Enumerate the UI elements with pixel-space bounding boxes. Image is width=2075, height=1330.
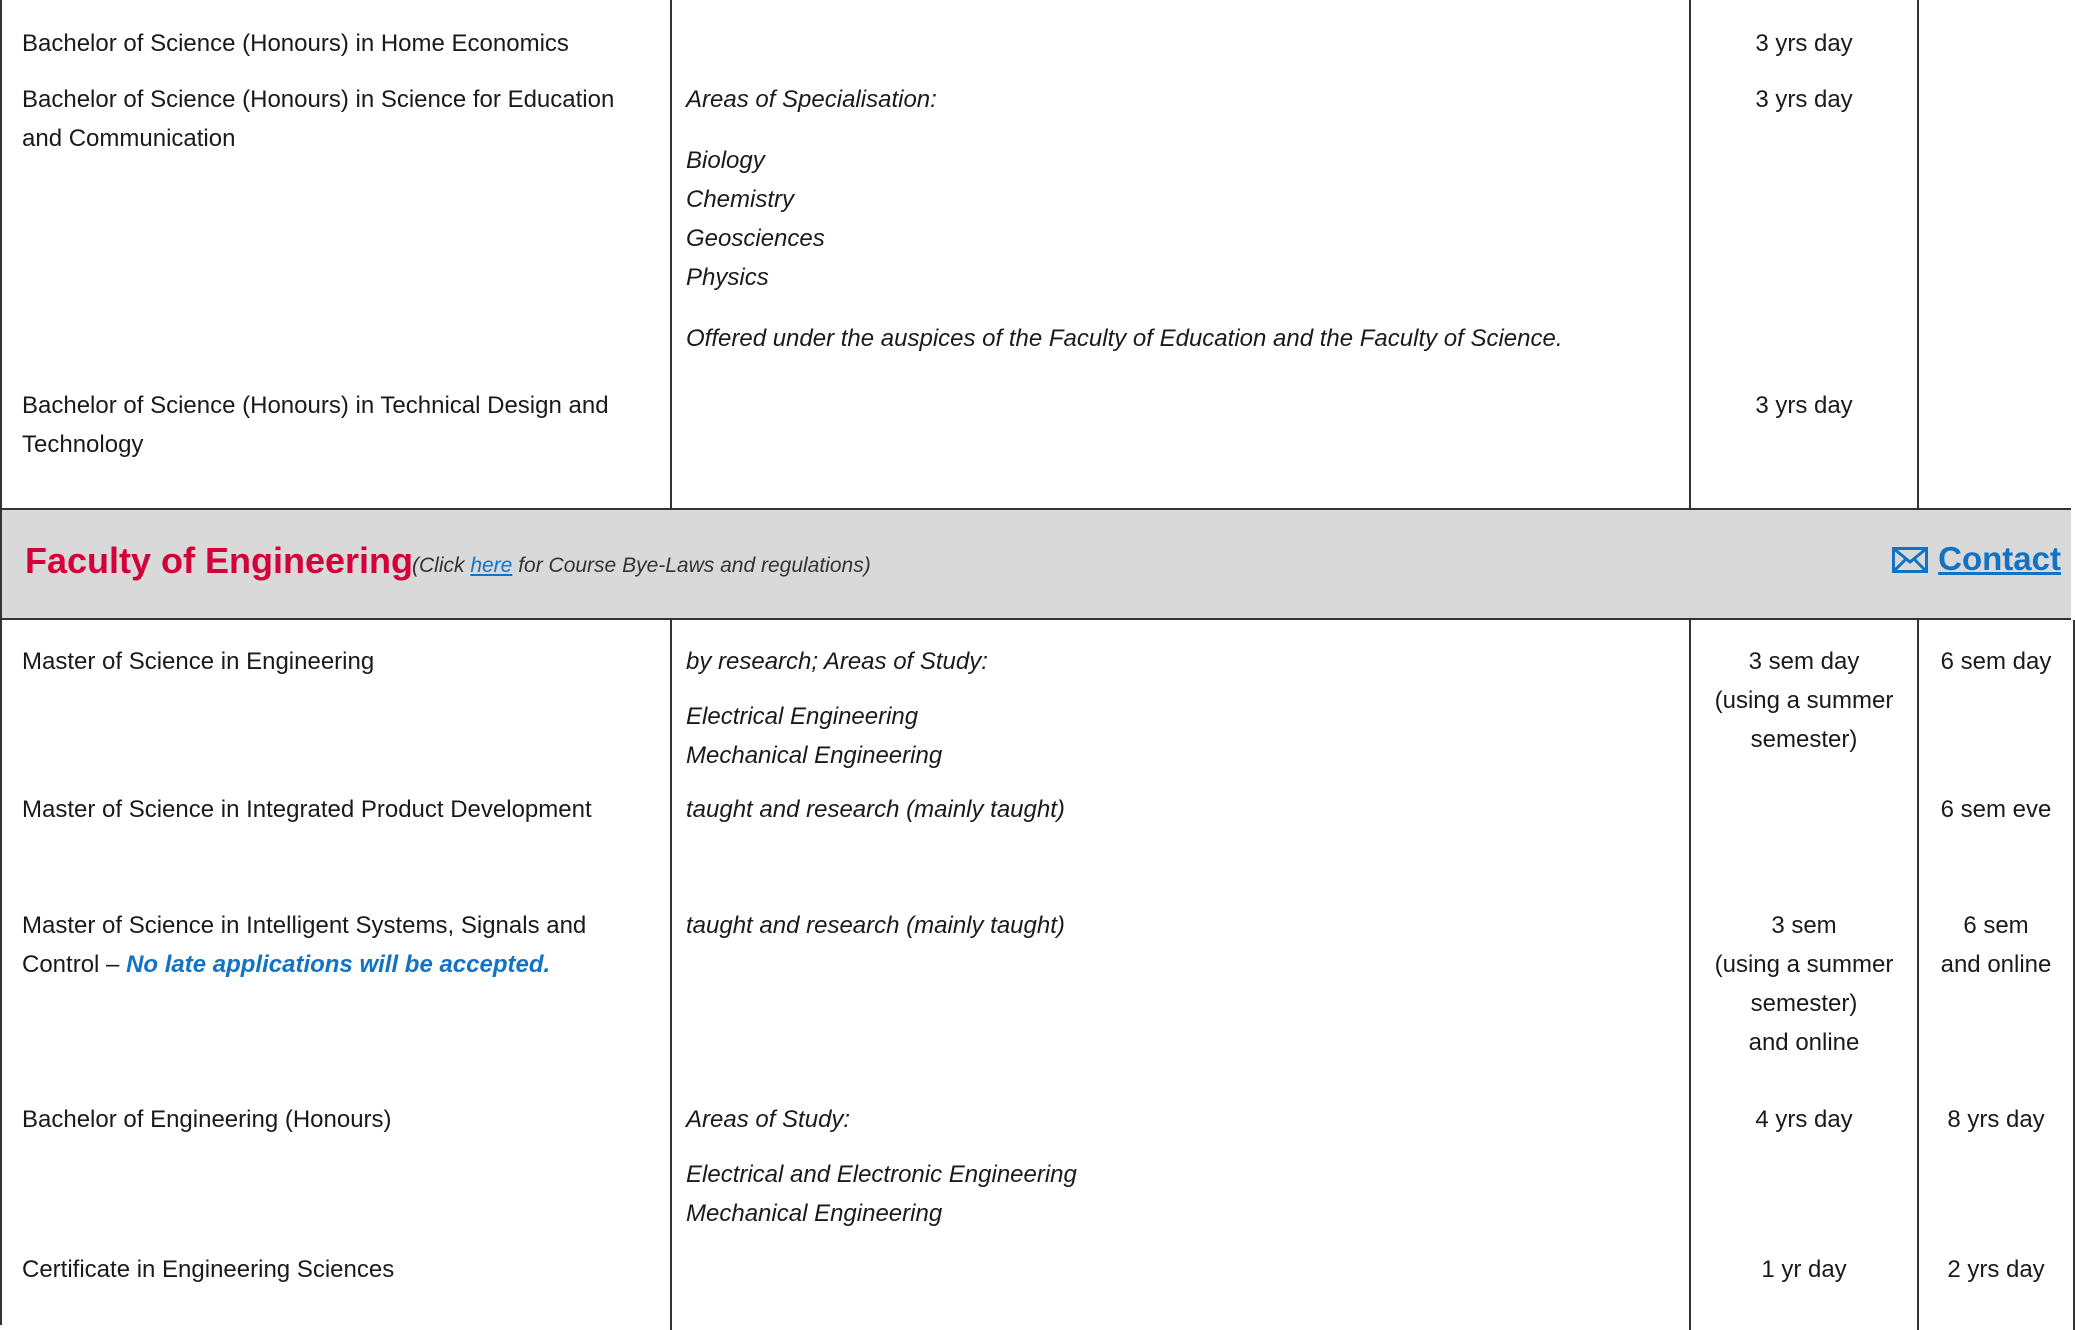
duration-full-time: 3 yrs day xyxy=(1689,76,1918,382)
duration-full-time: 3 sem (using a summer semester) and onli… xyxy=(1689,906,1918,1100)
details-label: by research; Areas of Study: xyxy=(686,648,988,675)
area-item: Physics xyxy=(686,264,769,291)
table-row: Bachelor of Science (Honours) in Home Ec… xyxy=(0,12,2075,76)
contact-link[interactable]: Contact xyxy=(1892,540,2061,578)
area-item: Mechanical Engineering xyxy=(686,742,943,769)
duration-part-time: 6 sem eve xyxy=(1917,790,2075,906)
duration-full-time: 3 yrs day xyxy=(1689,12,1918,76)
program-name: Certificate in Engineering Sciences xyxy=(22,1256,395,1283)
programmes-page: Bachelor of Science (Honours) in Home Ec… xyxy=(0,0,2075,1330)
details-label: Areas of Study: xyxy=(686,1106,851,1133)
program-name: Bachelor of Science (Honours) in Technic… xyxy=(22,392,609,458)
table-row: Bachelor of Science (Honours) in Science… xyxy=(0,76,2075,382)
envelope-icon xyxy=(1892,547,1929,573)
program-note: Offered under the auspices of the Facult… xyxy=(686,325,1563,352)
programmes-table-engineering: Master of Science in Engineering by rese… xyxy=(0,620,2075,1330)
late-application-note: No late applications will be accepted. xyxy=(126,951,551,978)
duration-full-time: 4 yrs day xyxy=(1689,1100,1918,1250)
areas-label: Areas of Specialisation: xyxy=(686,86,937,113)
area-item: Chemistry xyxy=(686,186,795,213)
area-item: Electrical and Electronic Engineering xyxy=(686,1161,1077,1188)
duration-part-time: 2 yrs day xyxy=(1917,1250,2075,1330)
duration-full-time: 3 yrs day xyxy=(1689,382,1918,508)
duration-full-time: 3 sem day (using a summer semester) xyxy=(1689,620,1918,790)
details-label: taught and research (mainly taught) xyxy=(670,790,1690,906)
programmes-table-top: Bachelor of Science (Honours) in Home Ec… xyxy=(0,0,2075,508)
table-row: Certificate in Engineering Sciences 1 yr… xyxy=(0,1250,2075,1330)
area-item: Biology xyxy=(686,147,765,174)
table-row xyxy=(0,0,2075,12)
table-row: Bachelor of Science (Honours) in Technic… xyxy=(0,382,2075,508)
area-item: Electrical Engineering xyxy=(686,703,919,730)
bye-laws-link[interactable]: here xyxy=(470,554,512,577)
details-label: taught and research (mainly taught) xyxy=(670,906,1690,1100)
area-item: Geosciences xyxy=(686,225,825,252)
faculty-note: (Click here for Course Bye-Laws and regu… xyxy=(412,554,871,577)
program-name: Bachelor of Science (Honours) in Home Ec… xyxy=(22,30,569,57)
table-row: Master of Science in Intelligent Systems… xyxy=(0,906,2075,1100)
duration-full-time xyxy=(1689,790,1918,906)
table-left-border xyxy=(0,0,2,510)
program-name: Master of Science in Engineering xyxy=(22,648,375,675)
duration-full-time: 1 yr day xyxy=(1689,1250,1918,1330)
table-row: Master of Science in Integrated Product … xyxy=(0,790,2075,906)
program-name: Master of Science in Intelligent Systems… xyxy=(22,912,587,978)
duration-part-time: 6 sem and online xyxy=(1917,906,2075,1100)
area-item: Mechanical Engineering xyxy=(686,1200,943,1227)
duration-part-time: 8 yrs day xyxy=(1917,1100,2075,1250)
duration-part-time: 6 sem day xyxy=(1917,620,2075,790)
table-row: Bachelor of Engineering (Honours) Areas … xyxy=(0,1100,2075,1250)
program-name: Master of Science in Integrated Product … xyxy=(22,796,592,823)
program-name: Bachelor of Engineering (Honours) xyxy=(22,1106,392,1133)
table-left-border xyxy=(0,620,2,1325)
contact-label: Contact xyxy=(1938,540,2061,577)
faculty-title: Faculty of Engineering xyxy=(25,540,414,581)
program-name: Bachelor of Science (Honours) in Science… xyxy=(22,86,615,152)
table-row: Master of Science in Engineering by rese… xyxy=(0,620,2075,790)
faculty-header: Faculty of Engineering (Click here for C… xyxy=(0,508,2071,620)
